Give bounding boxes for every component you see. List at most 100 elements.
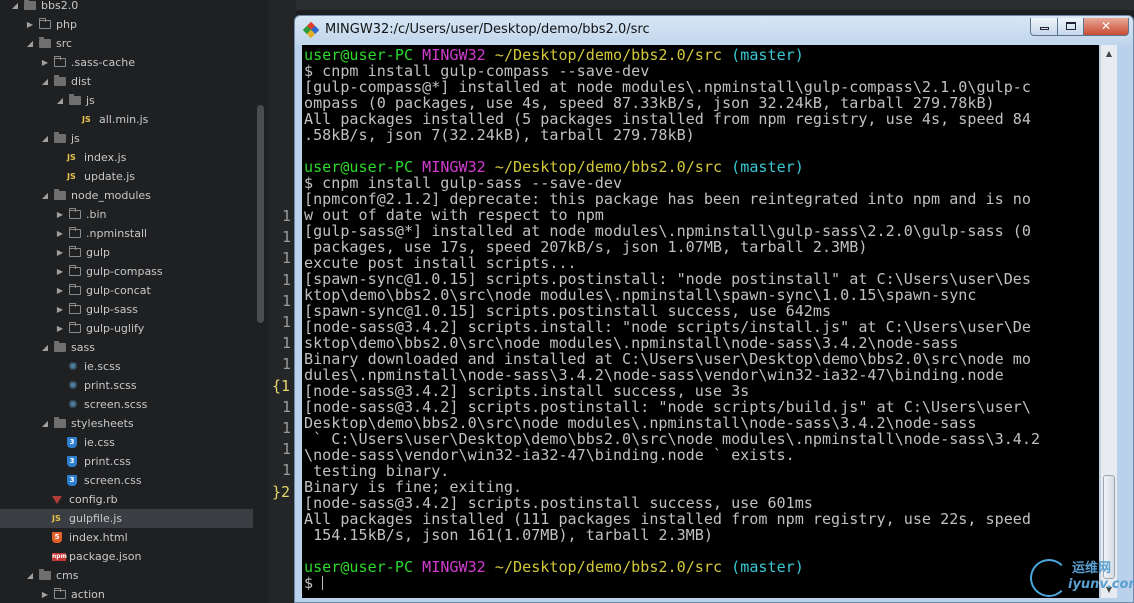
tree-item-label: gulpfile.js <box>69 512 123 525</box>
output-text: packages, use 17s, speed 207kB/s, json 1… <box>304 239 868 255</box>
caret-right-icon[interactable]: ▶ <box>55 243 65 262</box>
tree-item[interactable]: ▶ action <box>0 585 253 603</box>
tree-item[interactable]: ◢ cms <box>0 566 253 585</box>
prompt-branch: (master) <box>731 159 804 175</box>
output-line: [gulp-sass@*] installed at node_modules\… <box>304 223 1099 239</box>
caret-down-icon[interactable]: ◢ <box>40 338 50 357</box>
tree-item[interactable]: 3 screen.css <box>0 471 253 490</box>
output-text: .58kB/s, json 7(32.24kB), tarball 279.78… <box>304 127 695 143</box>
tree-item[interactable]: 3 print.css <box>0 452 253 471</box>
tree-item[interactable]: ◢ src <box>0 34 253 53</box>
folder-icon <box>54 588 66 599</box>
tree-item[interactable]: JS all.min.js <box>0 110 253 129</box>
tree-item[interactable]: JS gulpfile.js <box>0 509 253 528</box>
output-text: Binary downloaded and installed at C:\Us… <box>304 351 1031 367</box>
tree-item-label: dist <box>71 75 92 88</box>
tree-item[interactable]: ✺ screen.scss <box>0 395 253 414</box>
sidebar-scrollbar[interactable] <box>257 105 264 323</box>
output-line: [node-sass@3.4.2] scripts.postinstall su… <box>304 495 1099 511</box>
line-number: 1 <box>282 207 292 225</box>
tree-item[interactable]: ▶ gulp <box>0 243 253 262</box>
scroll-up-arrow-icon[interactable]: ▲ <box>1101 45 1117 62</box>
caret-down-icon[interactable]: ◢ <box>55 91 65 110</box>
line-number: 1 <box>282 355 292 374</box>
tree-item[interactable]: ◢ sass <box>0 338 253 357</box>
tree-item[interactable]: ◢ bbs2.0 <box>0 0 253 15</box>
tree-item[interactable]: config.rb <box>0 490 253 509</box>
window-titlebar[interactable]: MINGW32:/c/Users/user/Desktop/demo/bbs2.… <box>295 16 1133 45</box>
prompt-line: user@user-PC MINGW32 ~/Desktop/demo/bbs2… <box>304 47 1099 63</box>
caret-right-icon[interactable]: ▶ <box>55 319 65 338</box>
tree-item-label: gulp-uglify <box>86 322 145 335</box>
prompt-user: user@user-PC <box>304 47 414 63</box>
folder-open-icon <box>69 94 81 105</box>
tree-item[interactable]: ◢ js <box>0 91 253 110</box>
tree-item[interactable]: ▶ php <box>0 15 253 34</box>
text-cursor <box>322 576 324 590</box>
tree-item[interactable]: ▶ gulp-compass <box>0 262 253 281</box>
prompt-system: MINGW32 <box>422 559 486 575</box>
output-line: w out of date with respect to npm <box>304 207 1099 223</box>
tree-item[interactable]: ✺ ie.scss <box>0 357 253 376</box>
tree-item-label: index.js <box>84 151 127 164</box>
maximize-button[interactable] <box>1057 18 1084 36</box>
tree-item[interactable]: ▶ .bin <box>0 205 253 224</box>
output-text: [spawn-sync@1.0.15] scripts.postinstall … <box>304 303 832 319</box>
caret-down-icon[interactable]: ◢ <box>25 34 35 53</box>
tree-item[interactable]: npm package.json <box>0 547 253 566</box>
minimize-button[interactable] <box>1030 18 1058 36</box>
tree-item[interactable]: 3 ie.css <box>0 433 253 452</box>
terminal-scrollbar[interactable]: ▲ ▼ <box>1100 45 1117 598</box>
output-text: Binary is fine; exiting. <box>304 479 523 495</box>
folder-icon <box>69 322 81 333</box>
tree-item-label: ie.css <box>84 436 115 449</box>
caret-right-icon[interactable]: ▶ <box>40 53 50 72</box>
caret-down-icon[interactable]: ◢ <box>40 129 50 148</box>
line-number: 1 <box>282 334 292 353</box>
caret-right-icon[interactable]: ▶ <box>25 15 35 34</box>
scss-file-icon: ✺ <box>68 379 78 392</box>
tree-item[interactable]: ▶ .sass-cache <box>0 53 253 72</box>
tree-item[interactable]: ◢ js <box>0 129 253 148</box>
output-line: excute post install scripts... <box>304 255 1099 271</box>
tree-item-label: src <box>56 37 73 50</box>
tree-item[interactable]: ◢ node_modules <box>0 186 253 205</box>
npm-file-icon: npm <box>52 553 67 561</box>
tree-item[interactable]: ◢ dist <box>0 72 253 91</box>
prompt-line: user@user-PC MINGW32 ~/Desktop/demo/bbs2… <box>304 559 1099 575</box>
tree-item[interactable]: ✺ print.scss <box>0 376 253 395</box>
caret-right-icon[interactable]: ▶ <box>40 585 50 603</box>
tree-item[interactable]: ▶ .npminstall <box>0 224 253 243</box>
output-line: [gulp-compass@*] installed at node_modul… <box>304 79 1099 95</box>
tree-item[interactable]: ◢ stylesheets <box>0 414 253 433</box>
caret-down-icon[interactable]: ◢ <box>25 566 35 585</box>
caret-right-icon[interactable]: ▶ <box>55 281 65 300</box>
caret-down-icon[interactable]: ◢ <box>40 186 50 205</box>
caret-down-icon[interactable]: ◢ <box>40 414 50 433</box>
tree-item[interactable]: ▶ gulp-uglify <box>0 319 253 338</box>
caret-right-icon[interactable]: ▶ <box>55 224 65 243</box>
scss-file-icon: ✺ <box>68 360 78 373</box>
caret-down-icon[interactable]: ◢ <box>10 0 20 15</box>
caret-right-icon[interactable]: ▶ <box>55 262 65 281</box>
prompt-path: ~/Desktop/demo/bbs2.0/src <box>494 559 723 575</box>
tree-item[interactable]: JS index.js <box>0 148 253 167</box>
tree-item[interactable]: JS update.js <box>0 167 253 186</box>
tree-item[interactable]: ▶ gulp-sass <box>0 300 253 319</box>
editor-tab-strip <box>268 0 1134 10</box>
caret-down-icon[interactable]: ◢ <box>40 72 50 91</box>
terminal-output[interactable]: user@user-PC MINGW32 ~/Desktop/demo/bbs2… <box>302 45 1099 598</box>
caret-right-icon[interactable]: ▶ <box>55 300 65 319</box>
close-button[interactable]: ✕ <box>1083 18 1129 36</box>
caret-right-icon[interactable]: ▶ <box>55 205 65 224</box>
tree-item-label: update.js <box>84 170 136 183</box>
tree-item[interactable]: 5 index.html <box>0 528 253 547</box>
output-line: [spawn-sync@1.0.15] scripts.postinstall:… <box>304 271 1099 287</box>
output-text: [node-sass@3.4.2] scripts.postinstall su… <box>304 495 813 511</box>
tree-item[interactable]: ▶ gulp-concat <box>0 281 253 300</box>
output-line: Binary is fine; exiting. <box>304 479 1099 495</box>
command-input[interactable]: $ <box>304 575 322 591</box>
folder-open-icon <box>39 569 51 580</box>
prompt-system: MINGW32 <box>422 159 486 175</box>
